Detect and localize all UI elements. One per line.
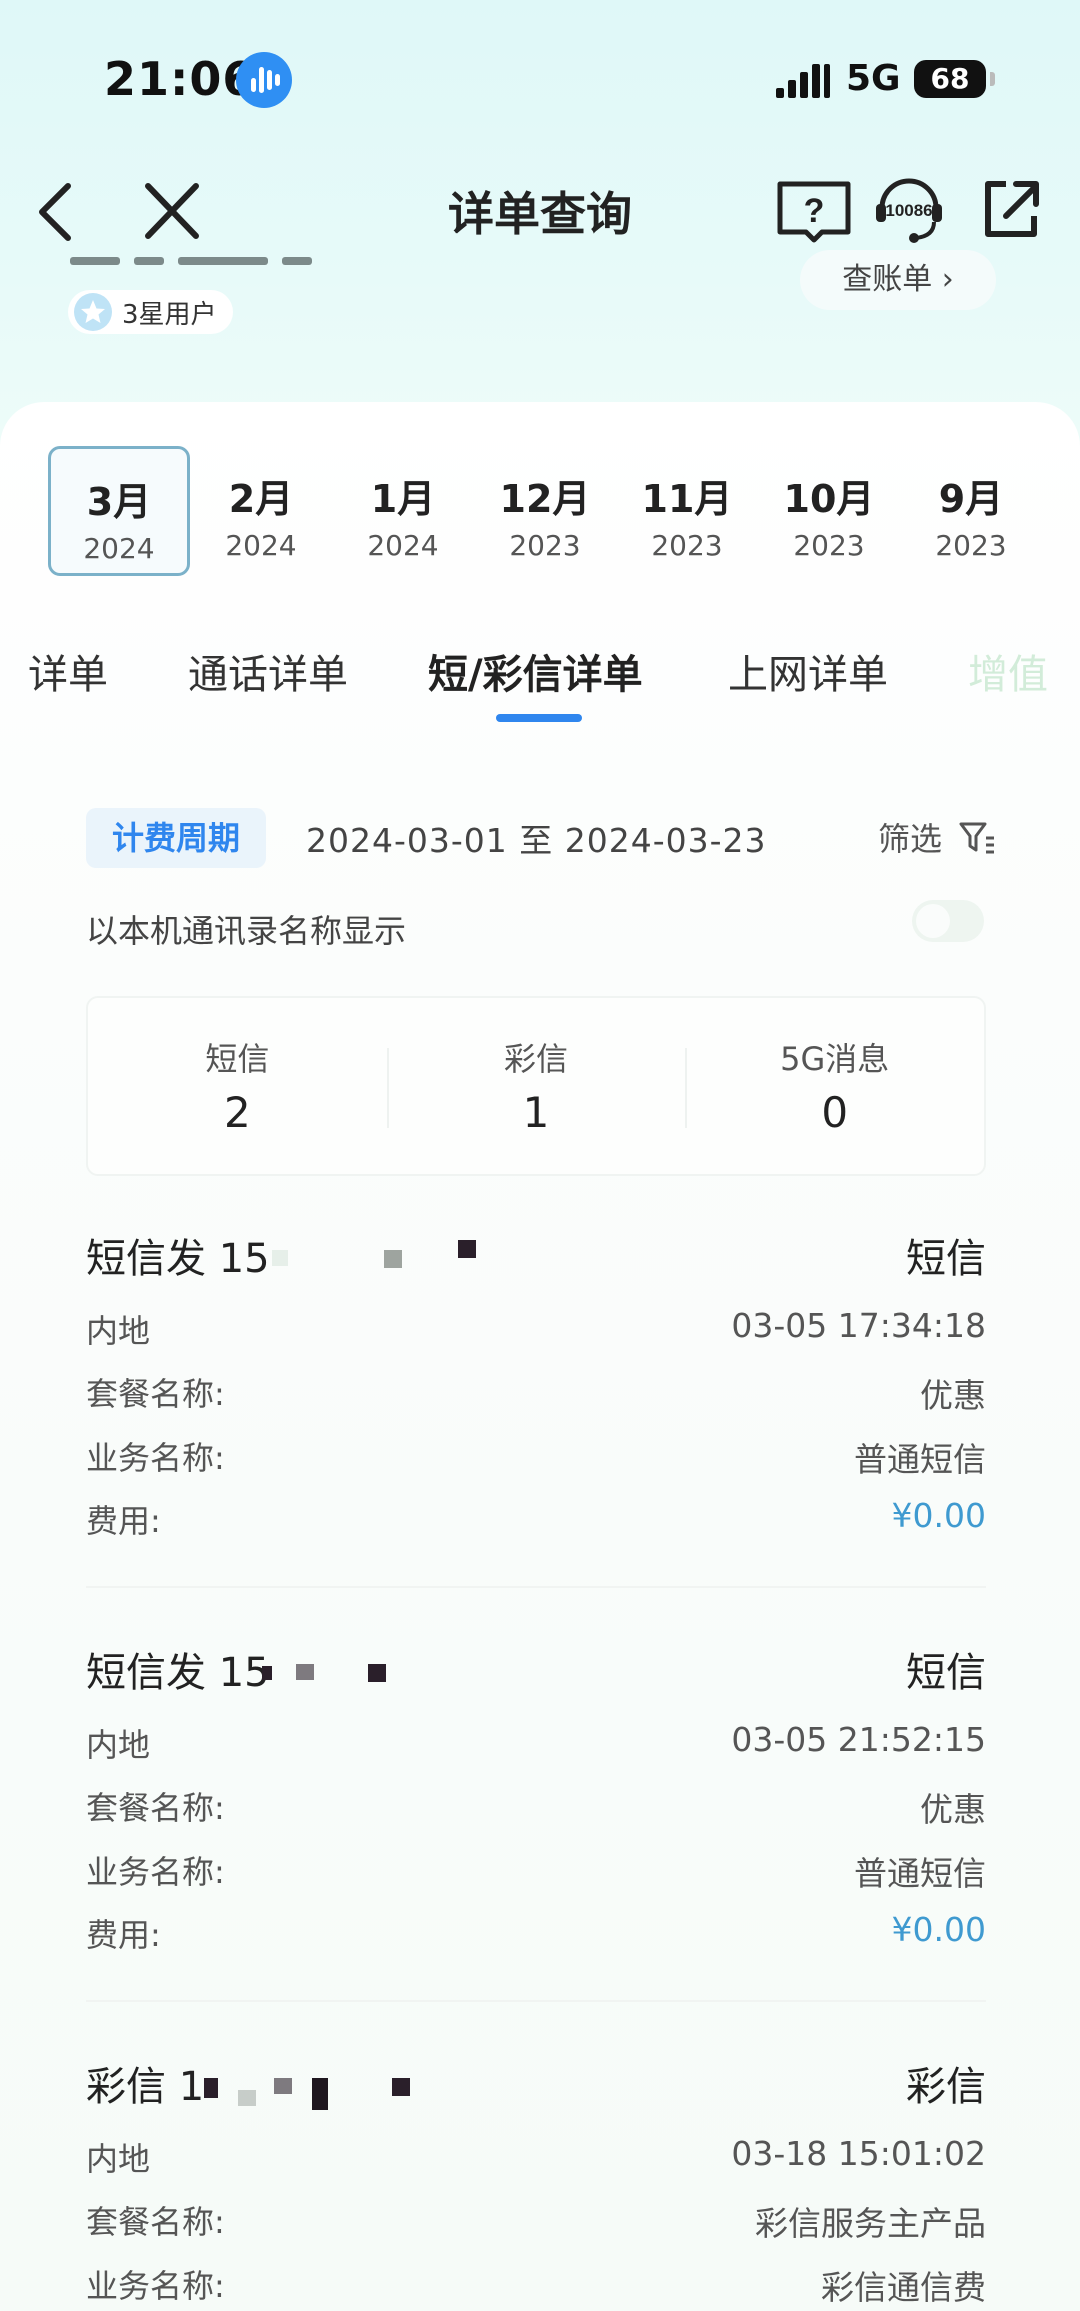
view-bill-button[interactable]: 查账单 ›	[800, 250, 996, 310]
record-item[interactable]: 彩信 1 彩信 内地 03-18 15:01:02 套餐名称: 彩信服务主产品 …	[86, 2054, 986, 2311]
billing-period-chip: 计费周期	[86, 808, 266, 868]
month-tab[interactable]: 3月 2024	[48, 446, 190, 576]
status-time: 21:06	[104, 52, 256, 106]
record-fee: ¥0.00	[891, 1910, 986, 1949]
record-divider	[86, 1586, 986, 1588]
record-package-label: 套餐名称:	[86, 1375, 225, 1413]
month-tab[interactable]: 9月 2023	[900, 446, 1042, 576]
summary-5g-message: 5G消息 0	[685, 998, 984, 1174]
record-region: 内地	[86, 1312, 151, 1350]
svg-text:?: ?	[804, 192, 825, 230]
filter-button[interactable]: 筛选	[878, 814, 942, 860]
billing-period-range: 2024-03-01 至 2024-03-23	[306, 821, 767, 860]
help-book-icon[interactable]: ?	[776, 176, 852, 248]
service-number: 10086	[885, 201, 932, 220]
record-package-label: 套餐名称:	[86, 1789, 225, 1827]
record-service-label: 业务名称:	[86, 1439, 225, 1477]
tab-call-detail[interactable]: 通话详单	[188, 642, 348, 700]
record-title: 短信发 15	[86, 1236, 270, 1282]
summary-sms: 短信 2	[205, 1040, 270, 1137]
record-type: 彩信	[906, 2064, 986, 2110]
record-service: 普通短信	[854, 1854, 986, 1893]
record-title: 短信发 15	[86, 1650, 270, 1696]
masked-number	[204, 2068, 524, 2110]
record-service: 普通短信	[854, 1440, 986, 1479]
star-icon	[74, 293, 112, 331]
summary-mms: 彩信 1	[386, 998, 686, 1174]
tab-all-detail[interactable]: 详单	[28, 642, 108, 700]
network-type: 5G	[846, 58, 901, 99]
record-fee: ¥0.00	[891, 1496, 986, 1535]
record-fee-label: 费用:	[86, 1502, 161, 1540]
record-package-label: 套餐名称:	[86, 2203, 225, 2241]
user-level-badge: 3星用户	[68, 290, 233, 334]
month-tab[interactable]: 2月 2024	[190, 446, 332, 576]
customer-service-icon[interactable]: 10086	[874, 170, 944, 248]
contact-name-toggle[interactable]	[912, 900, 984, 942]
voice-assistant-icon[interactable]	[236, 52, 292, 108]
user-level-text: 3星用户	[122, 299, 217, 330]
user-phone-partial	[70, 250, 370, 270]
detail-query-page: 21:06 5G 68 详单查询 ? 10086 3星用户 查账单 › 3月 2…	[0, 0, 1080, 2311]
tab-value-added[interactable]: 增值	[968, 642, 1048, 700]
record-type: 短信	[906, 1650, 986, 1696]
record-package: 优惠	[920, 1790, 986, 1829]
masked-number	[262, 1654, 502, 1682]
nav-bar: 详单查询 ? 10086	[0, 160, 1080, 260]
status-bar: 21:06 5G 68	[0, 0, 1080, 150]
back-arrow-icon[interactable]	[30, 172, 90, 252]
battery-icon: 68	[914, 60, 995, 98]
share-icon[interactable]	[980, 176, 1042, 242]
filter-icon[interactable]	[958, 818, 996, 858]
tab-data-detail[interactable]: 上网详单	[728, 642, 888, 700]
record-service-label: 业务名称:	[86, 2267, 225, 2305]
record-service: 彩信通信费	[821, 2268, 986, 2307]
tab-sms-mms-detail[interactable]: 短/彩信详单	[428, 642, 643, 700]
record-time: 03-18 15:01:02	[731, 2134, 986, 2173]
record-service-label: 业务名称:	[86, 1853, 225, 1891]
record-region: 内地	[86, 2140, 151, 2178]
month-tab[interactable]: 11月 2023	[616, 446, 758, 576]
month-tab[interactable]: 10月 2023	[758, 446, 900, 576]
record-title: 彩信 1	[86, 2064, 205, 2110]
record-divider	[86, 2000, 986, 2002]
close-icon[interactable]	[140, 176, 204, 246]
record-item[interactable]: 短信发 15 短信 内地 03-05 21:52:15 套餐名称: 优惠 业务名…	[86, 1640, 986, 2000]
record-type: 短信	[906, 1236, 986, 1282]
detail-card: 3月 2024 2月 2024 1月 2024 12月 2023 11月 202…	[0, 402, 1080, 2311]
month-selector: 3月 2024 2月 2024 1月 2024 12月 2023 11月 202…	[48, 446, 1048, 576]
month-tab[interactable]: 1月 2024	[332, 446, 474, 576]
record-fee-label: 费用:	[86, 1916, 161, 1954]
record-region: 内地	[86, 1726, 151, 1764]
record-package: 优惠	[920, 1376, 986, 1415]
record-time: 03-05 17:34:18	[731, 1306, 986, 1345]
record-item[interactable]: 短信发 15 短信 内地 03-05 17:34:18 套餐名称: 优惠 业务名…	[86, 1226, 986, 1586]
signal-strength-icon	[776, 62, 830, 98]
contact-name-toggle-label: 以本机通讯录名称显示	[86, 912, 407, 950]
record-package: 彩信服务主产品	[755, 2204, 986, 2243]
masked-number	[272, 1240, 572, 1268]
month-tab[interactable]: 12月 2023	[474, 446, 616, 576]
active-tab-indicator	[496, 714, 582, 722]
record-time: 03-05 21:52:15	[731, 1720, 986, 1759]
message-count-summary: 短信 2 彩信 1 5G消息 0	[86, 996, 986, 1176]
